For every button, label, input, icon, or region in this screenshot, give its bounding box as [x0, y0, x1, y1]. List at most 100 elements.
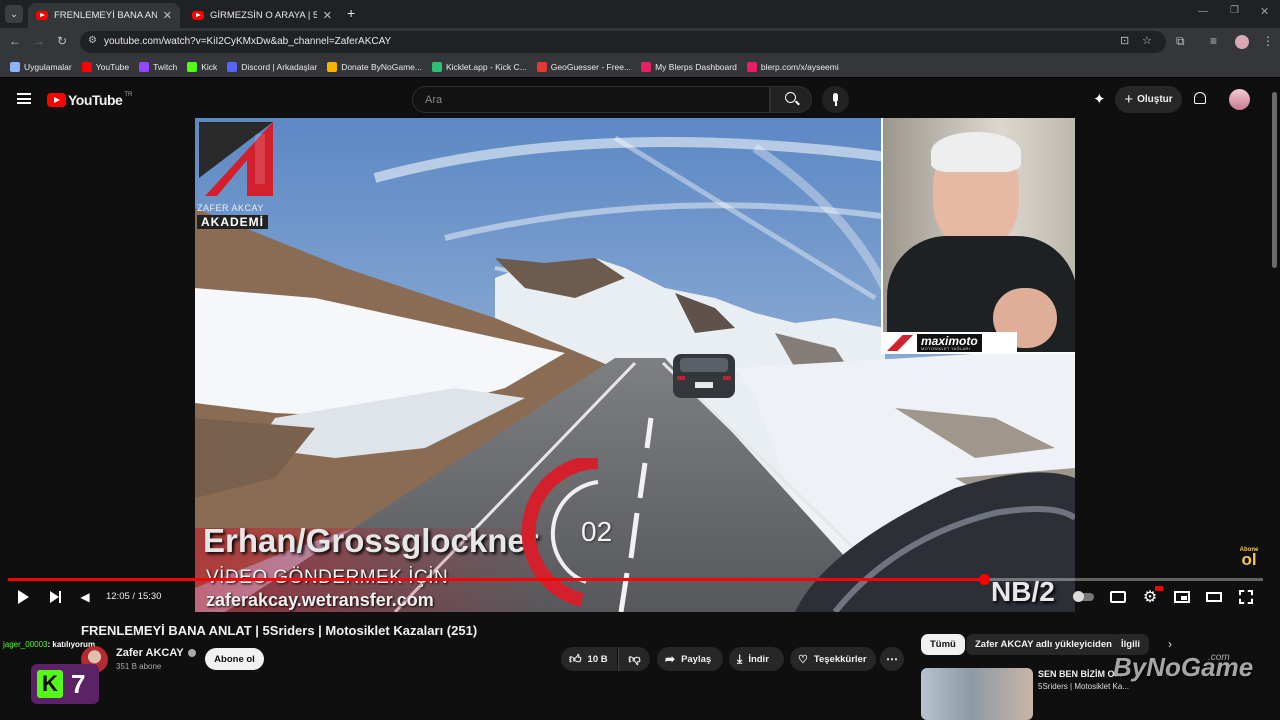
volume-icon: ◀	[80, 590, 90, 604]
notifications-bell-icon[interactable]	[1194, 92, 1206, 104]
bookmark-item[interactable]: Discord | Arkadaşlar	[227, 61, 317, 72]
reload-icon[interactable]: ↻	[57, 34, 67, 48]
youtube-logo[interactable]: YouTube TR	[47, 92, 132, 108]
tab-title: GİRMEZSİN O ARAYA | 5Sriders	[210, 10, 317, 21]
account-avatar[interactable]	[1229, 89, 1250, 110]
tab-active[interactable]: FRENLEMEYİ BANA ANLAT | 5S ✕	[28, 3, 180, 28]
minimize-button[interactable]: —	[1198, 6, 1208, 17]
bookmark-star-icon[interactable]: ☆	[1142, 34, 1152, 47]
voice-search-button[interactable]	[822, 86, 849, 113]
next-icon	[49, 591, 59, 603]
channel-logo-overlay: ZAFER AKCAY AKADEMİ	[197, 120, 275, 229]
tab-search-button[interactable]: ⌄	[5, 5, 23, 23]
youtube-header: YouTube TR Ara ✦ + Oluştur	[0, 80, 1280, 118]
bookmark-item[interactable]: Twitch	[139, 61, 177, 72]
logo-text-line2: AKADEMİ	[197, 215, 268, 229]
bookmark-item[interactable]: blerp.com/x/ayseemi	[746, 61, 839, 72]
back-icon[interactable]: ←	[9, 34, 21, 48]
thanks-heart-icon: ♡	[798, 653, 808, 666]
thanks-button[interactable]: ♡ Teşekkürler	[790, 647, 876, 671]
presenter-hair	[931, 132, 1021, 172]
dislike-button[interactable]: 👎︎	[618, 647, 650, 671]
more-actions-button[interactable]: ⋯	[880, 647, 904, 671]
kick-logo-icon: K	[37, 670, 63, 698]
bookmark-item[interactable]: Donate ByNoGame...	[327, 61, 422, 72]
bookmark-item[interactable]: YouTube	[81, 61, 129, 72]
chat-username: jager_00003	[3, 640, 48, 649]
reading-list-icon[interactable]: ≡	[1210, 34, 1217, 48]
install-app-icon[interactable]: ⊡	[1120, 34, 1129, 47]
thanks-label: Teşekkürler	[813, 653, 867, 665]
caption-link: zaferakcay.wetransfer.com	[206, 590, 434, 610]
gemini-sparkle-icon[interactable]: ✦	[1093, 90, 1106, 108]
browser-tab-bar: ⌄ FRENLEMEYİ BANA ANLAT | 5S ✕ GİRMEZSİN…	[0, 0, 1280, 28]
youtube-logo-text: YouTube	[68, 92, 123, 108]
extensions-icon[interactable]: ⧉	[1176, 34, 1185, 49]
blerp-icon	[641, 61, 652, 72]
recommendation-subtitle: 5Sriders | Motosiklet Ka...	[1038, 682, 1129, 691]
browser-toolbar: ← → ↻ ⚙ youtube.com/watch?v=KiI2CyKMxDw&…	[0, 28, 1280, 56]
search-input[interactable]: Ara	[412, 86, 770, 113]
theater-mode-button[interactable]	[1205, 588, 1223, 606]
site-info-icon[interactable]: ⚙	[88, 35, 97, 46]
profile-avatar[interactable]	[1235, 35, 1249, 49]
search-button[interactable]	[770, 86, 812, 113]
video-title: FRENLEMEYİ BANA ANLAT | 5Sriders | Motos…	[81, 623, 478, 638]
page-scrollbar[interactable]	[1272, 92, 1277, 268]
sponsor-mark-icon	[887, 335, 913, 351]
autoplay-toggle[interactable]	[1072, 588, 1096, 606]
download-button[interactable]: ⤓ İndir	[729, 647, 784, 671]
video-progress-bar[interactable]	[8, 574, 1263, 585]
bookmark-item[interactable]: Uygulamalar	[10, 61, 72, 72]
like-button[interactable]: 👍︎ 10 B	[561, 647, 617, 671]
subscribe-watermark[interactable]: Abone ol	[1236, 547, 1262, 573]
share-icon: ➦	[665, 652, 676, 666]
time-display: 12:05 / 15:30	[106, 591, 162, 602]
recommendation-title[interactable]: SEN BEN BİZİM O...	[1038, 669, 1122, 679]
thumbs-up-icon: 👍︎	[569, 651, 582, 666]
fullscreen-button[interactable]	[1237, 588, 1255, 606]
chat-line: jager_00003: katılıyorum	[3, 640, 95, 649]
youtube-play-icon	[47, 93, 66, 107]
subscribe-button[interactable]: Abone ol	[205, 648, 264, 670]
logo-text-line1: ZAFER AKCAY	[197, 203, 264, 213]
chip-all[interactable]: Tümü	[921, 634, 965, 655]
miniplayer-button[interactable]	[1173, 588, 1191, 606]
subscribe-watermark-bottom: ol	[1241, 550, 1257, 569]
tab-close-icon[interactable]: ✕	[163, 9, 172, 22]
chip-uploader[interactable]: Zafer AKCAY adlı yükleyiciden	[966, 634, 1121, 655]
region-code: TR	[124, 92, 133, 98]
blerp-icon	[746, 61, 757, 72]
create-button[interactable]: + Oluştur	[1115, 86, 1182, 113]
bookmark-item[interactable]: My Blerps Dashboard	[641, 61, 737, 72]
tab-inactive[interactable]: GİRMEZSİN O ARAYA | 5Sriders ✕	[184, 3, 340, 28]
subtitles-icon	[1110, 591, 1126, 603]
play-button[interactable]	[14, 588, 32, 606]
autoplay-toggle-icon	[1073, 591, 1094, 602]
tab-close-icon[interactable]: ✕	[323, 9, 332, 22]
bookmark-item[interactable]: GeoGuesser - Free...	[536, 61, 631, 72]
video-frame[interactable]: ZAFER AKCAY AKADEMİ maximoto MOTOSİKLET …	[195, 118, 1075, 612]
channel-name[interactable]: Zafer AKCAY	[116, 647, 196, 659]
mute-button[interactable]: ◀	[76, 588, 94, 606]
bookmark-item[interactable]: Kicklet.app - Kick C...	[431, 61, 527, 72]
bookmark-item[interactable]: Kick	[187, 61, 217, 72]
thumbs-down-icon: 👎︎	[628, 651, 641, 666]
recommendation-thumbnail[interactable]	[921, 668, 1033, 720]
sponsor-badge: maximoto MOTOSİKLET YAĞLARI	[883, 332, 1017, 352]
hamburger-menu-icon[interactable]	[17, 93, 31, 104]
subtitles-button[interactable]	[1109, 588, 1127, 606]
address-bar[interactable]: ⚙ youtube.com/watch?v=KiI2CyKMxDw&ab_cha…	[80, 31, 1166, 53]
close-window-button[interactable]: ✕	[1260, 5, 1269, 18]
microphone-icon	[833, 93, 838, 102]
play-icon	[17, 590, 29, 604]
settings-button[interactable]: ⚙	[1141, 586, 1163, 606]
next-button[interactable]	[46, 588, 64, 606]
restore-button[interactable]: ❐	[1230, 5, 1239, 16]
share-button[interactable]: ➦ Paylaş	[657, 647, 723, 671]
new-tab-button[interactable]: +	[347, 5, 355, 21]
forward-icon[interactable]: →	[33, 34, 45, 48]
chips-next-icon[interactable]: ›	[1168, 637, 1172, 651]
url-text: youtube.com/watch?v=KiI2CyKMxDw&ab_chann…	[104, 36, 392, 47]
browser-menu-icon[interactable]: ⋮	[1262, 34, 1274, 48]
